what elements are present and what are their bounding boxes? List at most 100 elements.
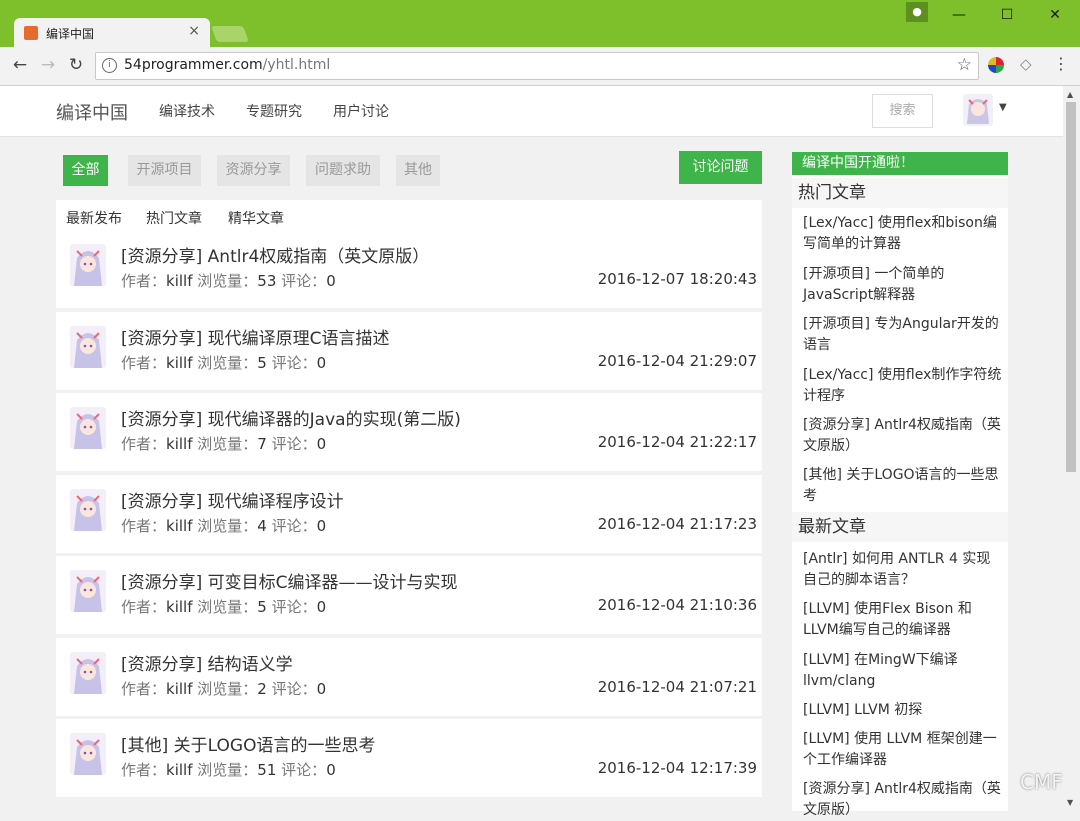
author-avatar[interactable] xyxy=(70,407,106,449)
browser-toolbar: ← → ↻ i 54programmer.com/yhtl.html ☆ xyxy=(0,47,1080,86)
post-item[interactable]: [资源分享] 现代编译原理C语言描述 作者：killf 浏览量：5 评论：0 201… xyxy=(56,312,762,390)
post-date: 2016-12-04 21:17:23 xyxy=(597,515,757,533)
chevron-down-icon[interactable]: ▼ xyxy=(999,102,1007,113)
shield-icon[interactable]: ◇ xyxy=(1020,55,1032,73)
post-date: 2016-12-04 21:22:17 xyxy=(597,433,757,451)
scrollbar-thumb[interactable] xyxy=(1066,102,1076,472)
sidebar-new-article-link[interactable]: [LLVM] LLVM 初探 xyxy=(803,700,1003,721)
tab-title: 编译中国 xyxy=(46,27,95,41)
author-avatar[interactable] xyxy=(70,326,106,368)
sidebar-new-title: 最新文章 xyxy=(792,512,1008,542)
bookmark-star-icon[interactable]: ☆ xyxy=(957,55,972,75)
post-comments: 0 xyxy=(316,354,327,372)
post-meta: 作者：killf 浏览量：53 评论：0 xyxy=(121,272,336,290)
menu-icon[interactable]: ⋮ xyxy=(1053,54,1069,73)
tab-hot[interactable]: 热门文章 xyxy=(146,208,202,228)
sidebar-new-article-link[interactable]: [LLVM] 使用 LLVM 框架创建一个工作编译器 xyxy=(803,729,1003,771)
post-meta: 作者：killf 浏览量：2 评论：0 xyxy=(121,680,327,698)
post-title[interactable]: [资源分享] 结构语义学 xyxy=(121,650,293,675)
url-text[interactable]: 54programmer.com/yhtl.html xyxy=(124,57,330,73)
filter-other[interactable]: 其他 xyxy=(396,155,440,186)
post-author: killf xyxy=(166,598,193,616)
post-title[interactable]: [资源分享] 现代编译器的Java的实现(第二版) xyxy=(121,405,461,430)
post-comments: 0 xyxy=(316,517,327,535)
sidebar-new-article-link[interactable]: [Antlr] 如何用 ANTLR 4 实现自己的脚本语言？ xyxy=(803,549,1003,591)
post-views: 2 xyxy=(257,680,267,698)
post-item[interactable]: [资源分享] 可变目标C编译器——设计与实现 作者：killf 浏览量：5 评论：… xyxy=(56,556,762,634)
close-window-button[interactable]: ✕ xyxy=(1032,0,1078,30)
sidebar-hot-title: 热门文章 xyxy=(792,178,1008,208)
scroll-up-icon[interactable]: ▲ xyxy=(1067,90,1073,99)
post-date: 2016-12-04 21:29:07 xyxy=(597,352,757,370)
sidebar-hot-article-link[interactable]: [开源项目] 一个简单的JavaScript解释器 xyxy=(803,264,1003,306)
post-author: killf xyxy=(166,435,193,453)
tab-featured[interactable]: 精华文章 xyxy=(228,208,284,228)
post-comments: 0 xyxy=(326,272,336,290)
user-avatar[interactable] xyxy=(963,94,993,126)
author-avatar[interactable] xyxy=(70,489,106,531)
filter-help[interactable]: 问题求助 xyxy=(306,155,380,186)
sidebar-hot-article-link[interactable]: [其他] 关于LOGO语言的一些思考 xyxy=(803,465,1003,507)
nav-item-compile-tech[interactable]: 编译技术 xyxy=(159,101,215,121)
sidebar-hot-article-link[interactable]: [Lex/Yacc] 使用flex制作字符统计程序 xyxy=(803,365,1003,407)
sidebar-hot-article-link[interactable]: [开源项目] 专为Angular开发的语言 xyxy=(803,314,1003,356)
forward-icon[interactable]: → xyxy=(38,55,58,75)
info-icon[interactable]: i xyxy=(102,58,117,73)
nav-item-topics[interactable]: 专题研究 xyxy=(246,101,302,121)
author-avatar[interactable] xyxy=(70,652,106,694)
site-brand[interactable]: 编译中国 xyxy=(56,99,128,125)
scroll-down-icon[interactable]: ▼ xyxy=(1067,798,1073,807)
post-date: 2016-12-07 18:20:43 xyxy=(597,270,757,288)
author-avatar[interactable] xyxy=(70,570,106,612)
sidebar-hot-article-link[interactable]: [资源分享] Antlr4权威指南（英文原版） xyxy=(803,415,1003,457)
post-meta: 作者：killf 浏览量：4 评论：0 xyxy=(121,517,327,535)
browser-tab[interactable]: 编译中国 × xyxy=(14,18,210,47)
post-views: 7 xyxy=(257,435,267,453)
search-button[interactable]: 搜索 xyxy=(872,94,933,128)
extension-icon[interactable] xyxy=(988,57,1004,73)
new-tab-button[interactable] xyxy=(211,26,249,42)
site-header: 编译中国 编译技术 专题研究 用户讨论 搜索 ▼ xyxy=(0,86,1063,137)
post-date: 2016-12-04 12:17:39 xyxy=(597,759,757,777)
post-author: killf xyxy=(166,517,193,535)
discuss-button[interactable]: 讨论问题 xyxy=(679,151,762,184)
author-avatar[interactable] xyxy=(70,244,106,286)
post-item[interactable]: [其他] 关于LOGO语言的一些思考 作者：killf 浏览量：51 评论：0 20… xyxy=(56,719,762,797)
post-item[interactable]: [资源分享] Antlr4权威指南（英文原版） 作者：killf 浏览量：53 评… xyxy=(56,230,762,308)
post-title[interactable]: [资源分享] 现代编译原理C语言描述 xyxy=(121,324,390,349)
nav-item-discussion[interactable]: 用户讨论 xyxy=(333,101,389,121)
sidebar-new-article-link[interactable]: [LLVM] 在MingW下编译llvm/clang xyxy=(803,650,1003,692)
post-date: 2016-12-04 21:10:36 xyxy=(597,596,757,614)
post-item[interactable]: [资源分享] 现代编译器的Java的实现(第二版) 作者：killf 浏览量：7 … xyxy=(56,393,762,471)
sidebar-banner: 编译中国开通啦！ xyxy=(792,152,1008,175)
address-bar[interactable]: i 54programmer.com/yhtl.html ☆ xyxy=(95,52,979,80)
post-views: 5 xyxy=(257,598,267,616)
post-title[interactable]: [资源分享] 可变目标C编译器——设计与实现 xyxy=(121,568,458,593)
post-item[interactable]: [资源分享] 现代编译程序设计作者：killf 浏览量：4 评论：0 2016-1… xyxy=(56,475,762,553)
profile-icon[interactable]: ● xyxy=(906,2,928,22)
maximize-button[interactable]: ☐ xyxy=(984,0,1030,30)
post-meta: 作者：killf 浏览量：7 评论：0 xyxy=(121,435,327,453)
post-comments: 0 xyxy=(316,598,327,616)
tab-close-icon[interactable]: × xyxy=(188,23,200,39)
post-title[interactable]: [资源分享] Antlr4权威指南（英文原版） xyxy=(121,242,429,267)
reload-icon[interactable]: ↻ xyxy=(66,55,86,75)
author-avatar[interactable] xyxy=(70,733,106,775)
post-comments: 0 xyxy=(326,761,336,779)
post-comments: 0 xyxy=(316,680,327,698)
filter-resource-share[interactable]: 资源分享 xyxy=(217,155,290,186)
post-item[interactable]: [资源分享] 结构语义学 作者：killf 浏览量：2 评论：0 2016-12-0… xyxy=(56,638,762,716)
filter-open-source[interactable]: 开源项目 xyxy=(128,155,201,186)
back-icon[interactable]: ← xyxy=(10,55,30,75)
watermark: CMF xyxy=(1020,770,1063,794)
sidebar-hot-article-link[interactable]: [Lex/Yacc] 使用flex和bison编写简单的计算器 xyxy=(803,213,1003,255)
post-author: killf xyxy=(166,272,193,290)
sidebar-new-article-link[interactable]: [LLVM] 使用Flex Bison 和LLVM编写自己的编译器 xyxy=(803,599,1003,641)
sidebar-new-article-link[interactable]: [资源分享] Antlr4权威指南（英文原版） xyxy=(803,779,1003,821)
minimize-button[interactable]: — xyxy=(936,0,982,30)
post-title[interactable]: [资源分享] 现代编译程序设计 xyxy=(121,487,344,512)
post-author: killf xyxy=(166,761,193,779)
filter-all[interactable]: 全部 xyxy=(63,155,108,186)
post-views: 5 xyxy=(257,354,267,372)
post-title[interactable]: [其他] 关于LOGO语言的一些思考 xyxy=(121,731,375,756)
